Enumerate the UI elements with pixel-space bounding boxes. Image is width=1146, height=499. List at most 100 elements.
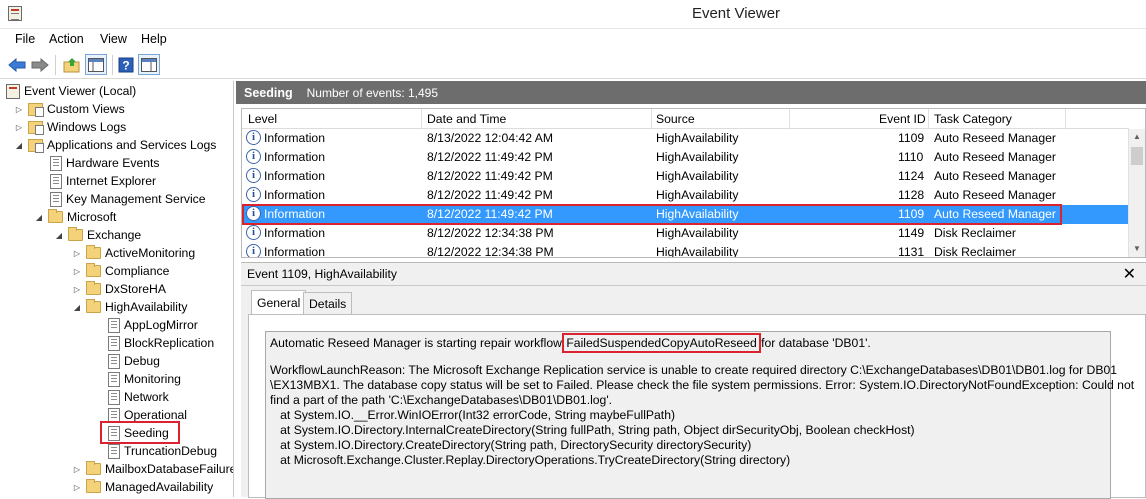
description-line: at Microsoft.Exchange.Cluster.Replay.Dir… <box>270 453 791 467</box>
up-folder-button[interactable] <box>61 54 83 75</box>
event-description[interactable]: Automatic Reseed Manager is starting rep… <box>265 331 1135 499</box>
tree-item-applications-and-services-logs[interactable]: ◢ Applications and Services Logs <box>14 136 216 154</box>
events-vertical-scrollbar[interactable]: ▲ ▼ <box>1128 129 1145 257</box>
menu-bar: File Action View Help <box>0 29 1146 51</box>
tab-general[interactable]: General <box>251 290 307 315</box>
expand-arrow-icon[interactable]: ▷ <box>72 285 82 294</box>
folder-icon <box>86 299 101 313</box>
tab-details[interactable]: Details <box>303 292 353 314</box>
back-button[interactable] <box>6 54 28 75</box>
help-icon: ? <box>118 57 134 72</box>
information-icon: i <box>246 225 261 240</box>
help-button[interactable]: ? <box>115 54 137 75</box>
log-icon <box>108 443 120 459</box>
window-title: Event Viewer <box>691 5 781 22</box>
column-header-task-category[interactable]: Task Category <box>934 112 1012 126</box>
expand-arrow-icon[interactable]: ▷ <box>72 249 82 258</box>
event-row[interactable]: i Information 8/12/2022 12:34:38 PM High… <box>242 224 1129 243</box>
tree-item-compliance[interactable]: ▷ Compliance <box>72 262 169 280</box>
event-detail-pane: Event 1109, HighAvailability ✕ General D… <box>241 262 1146 499</box>
tree-item-applogmirror[interactable]: AppLogMirror <box>94 316 198 334</box>
collapse-arrow-icon[interactable]: ◢ <box>34 213 44 222</box>
menu-help[interactable]: Help <box>141 32 167 46</box>
tree-item-debug[interactable]: Debug <box>94 352 160 370</box>
scroll-thumb[interactable] <box>1131 147 1143 165</box>
tree-item-network[interactable]: Network <box>94 388 169 406</box>
tree-item-dxstoreha[interactable]: ▷ DxStoreHA <box>72 280 166 298</box>
back-arrow-icon <box>8 57 26 72</box>
scroll-up-icon[interactable]: ▲ <box>1129 129 1145 145</box>
log-icon <box>108 371 120 387</box>
toolbar: ? <box>0 51 1146 79</box>
log-icon <box>50 155 62 171</box>
description-line: \EX13MBX1. The database copy status will… <box>270 378 1135 392</box>
windows-logs-folder-icon <box>28 120 44 135</box>
show-hide-console-tree-button[interactable] <box>85 54 107 75</box>
forward-button[interactable] <box>29 54 51 75</box>
tree-item-exchange[interactable]: ◢ Exchange <box>54 226 141 244</box>
log-icon <box>50 191 62 207</box>
tree-item-custom-views[interactable]: ▷ Custom Views <box>14 100 125 118</box>
tree-item-key-management-service[interactable]: Key Management Service <box>36 190 206 208</box>
tree-item-windows-logs[interactable]: ▷ Windows Logs <box>14 118 126 136</box>
events-grid: Level Date and Time Source Event ID Task… <box>241 108 1146 258</box>
information-icon: i <box>246 130 261 145</box>
description-line: at System.IO.Directory.InternalCreateDir… <box>270 423 915 437</box>
console-tree-icon <box>88 57 104 72</box>
expand-arrow-icon[interactable]: ▷ <box>14 105 24 114</box>
tree-item-truncationdebug[interactable]: TruncationDebug <box>94 442 217 460</box>
menu-action[interactable]: Action <box>49 32 84 46</box>
close-icon[interactable]: ✕ <box>1123 264 1136 284</box>
column-header-source[interactable]: Source <box>656 112 695 126</box>
information-icon: i <box>246 244 261 257</box>
repair-workflow-name: FailedSuspendedCopyAutoReseed <box>562 333 761 353</box>
scroll-down-icon[interactable]: ▼ <box>1129 241 1145 257</box>
menu-view[interactable]: View <box>100 32 127 46</box>
folder-icon <box>86 461 101 475</box>
expand-arrow-icon[interactable]: ▷ <box>72 267 82 276</box>
column-header-level[interactable]: Level <box>248 112 277 126</box>
collapse-arrow-icon[interactable]: ◢ <box>14 141 24 150</box>
expand-arrow-icon[interactable]: ▷ <box>72 465 82 474</box>
tree-item-activemonitoring[interactable]: ▷ ActiveMonitoring <box>72 244 195 262</box>
event-viewer-icon <box>6 83 20 99</box>
tree-item-monitoring[interactable]: Monitoring <box>94 370 181 388</box>
expand-arrow-icon[interactable]: ▷ <box>14 123 24 132</box>
event-row[interactable]: i Information 8/13/2022 12:04:42 AM High… <box>242 129 1129 148</box>
menu-file[interactable]: File <box>15 32 35 46</box>
information-icon: i <box>246 149 261 164</box>
collapse-arrow-icon[interactable]: ◢ <box>72 303 82 312</box>
show-hide-action-pane-button[interactable] <box>138 54 160 75</box>
seeding-annotation-box <box>100 421 180 444</box>
event-row[interactable]: i Information 8/12/2022 12:34:38 PM High… <box>242 243 1129 257</box>
svg-text:?: ? <box>122 58 129 72</box>
expand-arrow-icon[interactable]: ▷ <box>72 483 82 492</box>
column-header-date-and-time[interactable]: Date and Time <box>427 112 506 126</box>
selected-row-annotation-box <box>242 204 1062 225</box>
action-pane-icon <box>141 57 157 72</box>
event-count: Number of events: 1,495 <box>306 85 439 100</box>
event-row[interactable]: i Information 8/12/2022 11:49:42 PM High… <box>242 186 1129 205</box>
event-row[interactable]: i Information 8/12/2022 11:49:42 PM High… <box>242 148 1129 167</box>
event-row[interactable]: i Information 8/12/2022 11:49:42 PM High… <box>242 167 1129 186</box>
tree-item-highavailability[interactable]: ◢ HighAvailability <box>72 298 187 316</box>
applications-logs-folder-icon <box>28 138 44 153</box>
tree-item-internet-explorer[interactable]: Internet Explorer <box>36 172 156 190</box>
folder-icon <box>86 263 101 277</box>
column-header-event-id[interactable]: Event ID <box>879 112 926 126</box>
description-line: at System.IO.__Error.WinIOError(Int32 er… <box>270 408 676 422</box>
tree-item-mailboxdatabasefailure[interactable]: ▷ MailboxDatabaseFailure <box>72 460 233 478</box>
folder-icon <box>86 281 101 295</box>
tree-item-managedavailability[interactable]: ▷ ManagedAvailability <box>72 478 213 496</box>
log-header-bar: Seeding Number of events: 1,495 <box>236 81 1146 104</box>
tree-item-event-viewer-local[interactable]: Event Viewer (Local) <box>6 82 136 100</box>
log-icon <box>108 353 120 369</box>
tree-item-blockreplication[interactable]: BlockReplication <box>94 334 214 352</box>
collapse-arrow-icon[interactable]: ◢ <box>54 231 64 240</box>
general-tab-panel: Automatic Reseed Manager is starting rep… <box>248 314 1146 499</box>
tree-item-hardware-events[interactable]: Hardware Events <box>36 154 159 172</box>
tree-item-microsoft[interactable]: ◢ Microsoft <box>34 208 116 226</box>
description-first-line: Automatic Reseed Manager is starting rep… <box>270 333 871 353</box>
folder-icon <box>86 245 101 259</box>
detail-title: Event 1109, HighAvailability <box>247 267 397 281</box>
